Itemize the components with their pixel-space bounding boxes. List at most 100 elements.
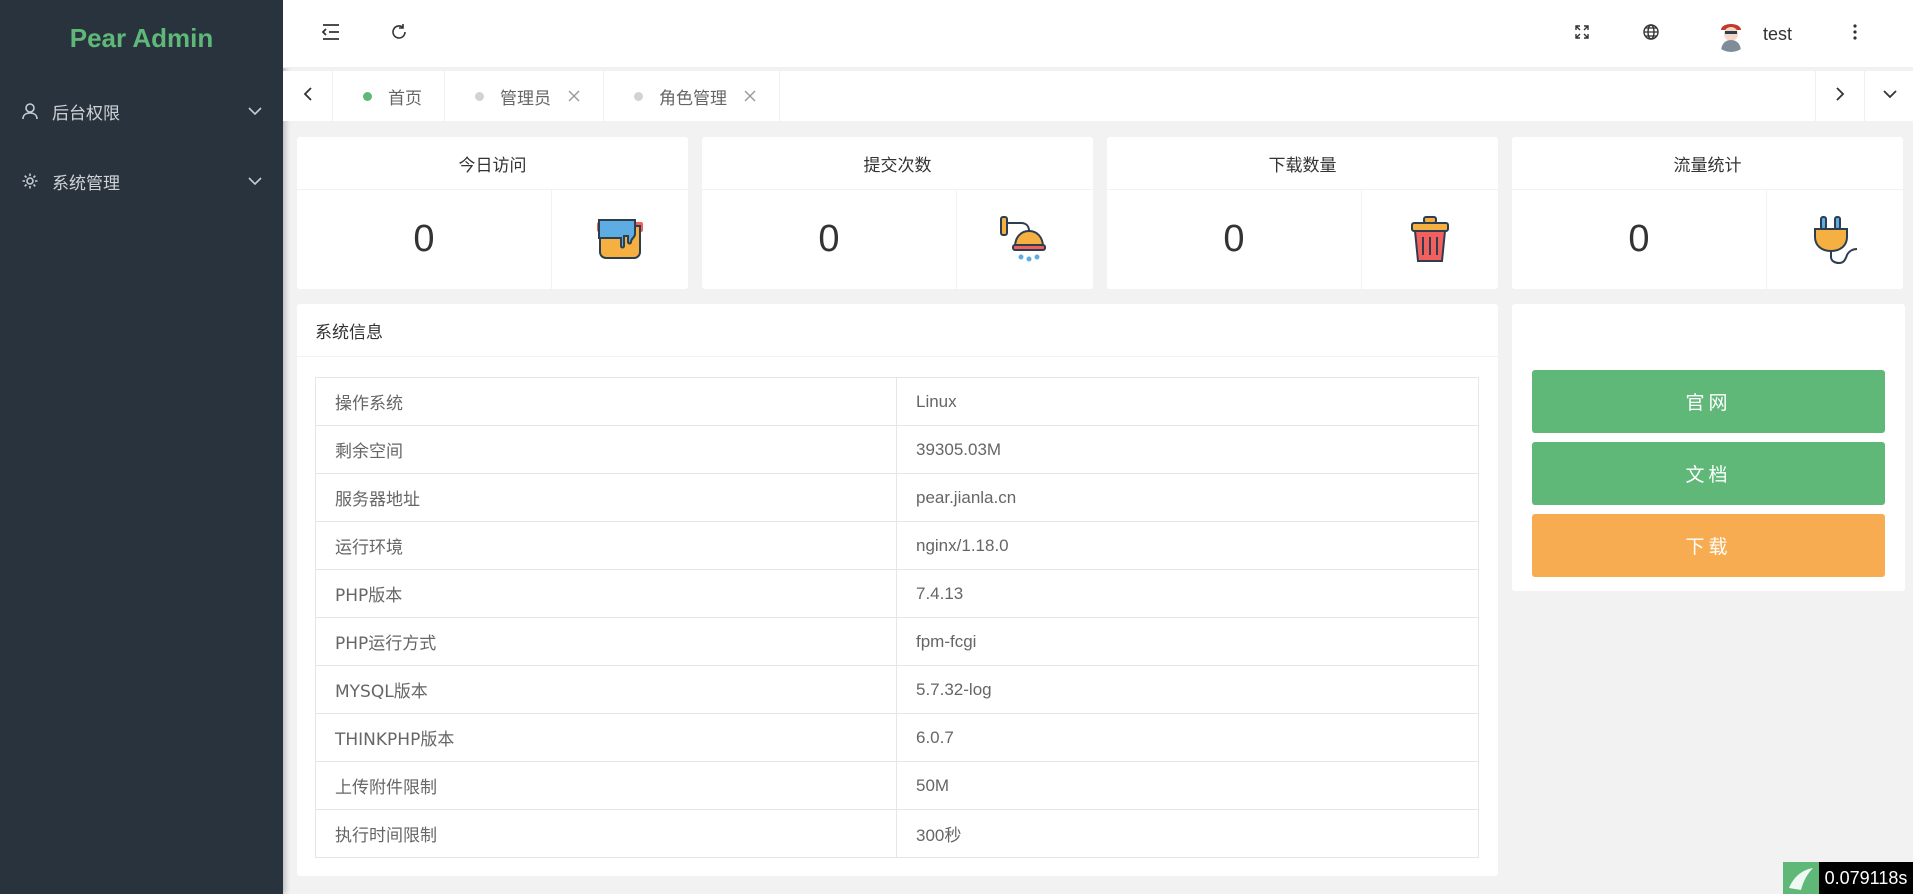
chevron-down-icon (247, 173, 263, 189)
table-row: 上传附件限制 50M (315, 761, 1479, 810)
tab-status-dot (634, 91, 643, 101)
tab-list: 首页 管理员 角色管理 (333, 71, 780, 121)
info-key: 运行环境 (315, 521, 897, 570)
stat-value: 0 (702, 190, 957, 289)
paint-bucket-icon (552, 190, 688, 289)
username: test (1763, 23, 1793, 44)
fullscreen-icon (1574, 24, 1590, 45)
chevron-down-icon (247, 103, 263, 119)
info-key: 执行时间限制 (315, 809, 897, 858)
stat-card-submissions: 提交次数 0 (702, 137, 1093, 289)
logo-text: Pear Admin (69, 22, 214, 53)
table-row: 运行环境 nginx/1.18.0 (315, 521, 1479, 570)
shower-icon (957, 190, 1093, 289)
tab-label: 角色管理 (659, 88, 727, 109)
menu-fold-icon (321, 23, 341, 46)
stat-value: 0 (297, 190, 552, 289)
close-icon[interactable] (567, 89, 581, 103)
stat-card-visits: 今日访问 0 (297, 137, 688, 289)
stat-title: 今日访问 (297, 137, 688, 190)
download-button[interactable]: 下载 (1532, 514, 1885, 577)
more-vertical-icon (1852, 23, 1858, 46)
menu-fold-button[interactable] (297, 0, 365, 68)
sidebar-item-label: 后台权限 (52, 103, 120, 124)
system-info-table: 操作系统 Linux 剩余空间 39305.03M 服务器地址 pear.jianla.c… (315, 377, 1479, 858)
table-row: MYSQL版本 5.7.32-log (315, 665, 1479, 714)
info-value: 7.4.13 (896, 569, 1479, 618)
info-key: PHP版本 (315, 569, 897, 618)
chevron-left-icon (302, 86, 314, 107)
language-button[interactable] (1617, 0, 1685, 68)
top-header: test (283, 0, 1913, 68)
refresh-icon (390, 23, 408, 46)
info-key: PHP运行方式 (315, 617, 897, 666)
stat-title: 流量统计 (1512, 137, 1903, 190)
stat-value: 0 (1107, 190, 1362, 289)
info-value: 5.7.32-log (896, 665, 1479, 714)
website-button[interactable]: 官网 (1532, 370, 1885, 433)
tab-status-dot (475, 91, 484, 101)
sidebar-item-permissions[interactable]: 后台权限 (0, 76, 283, 146)
info-value: fpm-fcgi (896, 617, 1479, 666)
stat-title: 提交次数 (702, 137, 1093, 190)
debug-timer-badge[interactable]: 0.079118s (1783, 862, 1913, 894)
info-key: 剩余空间 (315, 425, 897, 474)
tab-role-management[interactable]: 角色管理 (604, 71, 780, 121)
timer-value: 0.079118s (1819, 862, 1913, 894)
info-key: 服务器地址 (315, 473, 897, 522)
tab-bar: 首页 管理员 角色管理 (283, 71, 1913, 121)
info-value: nginx/1.18.0 (896, 521, 1479, 570)
sidebar-item-system[interactable]: 系统管理 (0, 146, 283, 216)
plug-icon (1767, 190, 1903, 289)
tab-scroll-right[interactable] (1815, 71, 1865, 121)
info-key: 上传附件限制 (315, 761, 897, 810)
info-value: pear.jianla.cn (896, 473, 1479, 522)
tab-options-dropdown[interactable] (1865, 71, 1913, 121)
tab-status-dot (363, 91, 372, 101)
fullscreen-button[interactable] (1548, 0, 1616, 68)
stat-value: 0 (1512, 190, 1767, 289)
more-button[interactable] (1821, 0, 1889, 68)
docs-button[interactable]: 文档 (1532, 442, 1885, 505)
system-info-panel: 系统信息 操作系统 Linux 剩余空间 39305.03M 服务器地址 pear.jia… (297, 304, 1498, 876)
sidebar-item-label: 系统管理 (52, 173, 120, 194)
tab-home[interactable]: 首页 (333, 71, 445, 121)
info-value: Linux (896, 377, 1479, 426)
tab-admin[interactable]: 管理员 (445, 71, 604, 121)
user-icon (20, 101, 40, 121)
tab-label: 首页 (388, 88, 422, 109)
user-menu[interactable]: test (1713, 0, 1792, 68)
sidebar: Pear Admin 后台权限 系统管理 (0, 0, 283, 894)
table-row: THINKPHP版本 6.0.7 (315, 713, 1479, 762)
table-row: 服务器地址 pear.jianla.cn (315, 473, 1479, 522)
stat-card-downloads: 下载数量 0 (1107, 137, 1498, 289)
stat-title: 下载数量 (1107, 137, 1498, 190)
info-key: MYSQL版本 (315, 665, 897, 714)
logo[interactable]: Pear Admin (0, 0, 283, 76)
refresh-button[interactable] (365, 0, 433, 68)
close-icon[interactable] (743, 89, 757, 103)
table-row: PHP运行方式 fpm-fcgi (315, 617, 1479, 666)
quick-links-panel: 官网 文档 下载 (1512, 304, 1905, 591)
info-key: 操作系统 (315, 377, 897, 426)
panel-title: 系统信息 (297, 304, 1498, 357)
tab-label: 管理员 (500, 88, 551, 109)
chevron-down-icon (1882, 87, 1898, 105)
trash-bin-icon (1362, 190, 1498, 289)
tab-scroll-left[interactable] (283, 71, 333, 121)
table-row: PHP版本 7.4.13 (315, 569, 1479, 618)
info-value: 6.0.7 (896, 713, 1479, 762)
info-value: 300秒 (896, 809, 1479, 858)
avatar (1713, 16, 1749, 52)
table-row: 执行时间限制 300秒 (315, 809, 1479, 858)
chevron-right-icon (1834, 86, 1846, 107)
table-row: 剩余空间 39305.03M (315, 425, 1479, 474)
info-value: 50M (896, 761, 1479, 810)
globe-icon (1642, 23, 1660, 46)
table-row: 操作系统 Linux (315, 377, 1479, 426)
gear-icon (20, 171, 40, 191)
info-value: 39305.03M (896, 425, 1479, 474)
stat-card-traffic: 流量统计 0 (1512, 137, 1903, 289)
info-key: THINKPHP版本 (315, 713, 897, 762)
timer-logo-icon (1783, 862, 1819, 894)
